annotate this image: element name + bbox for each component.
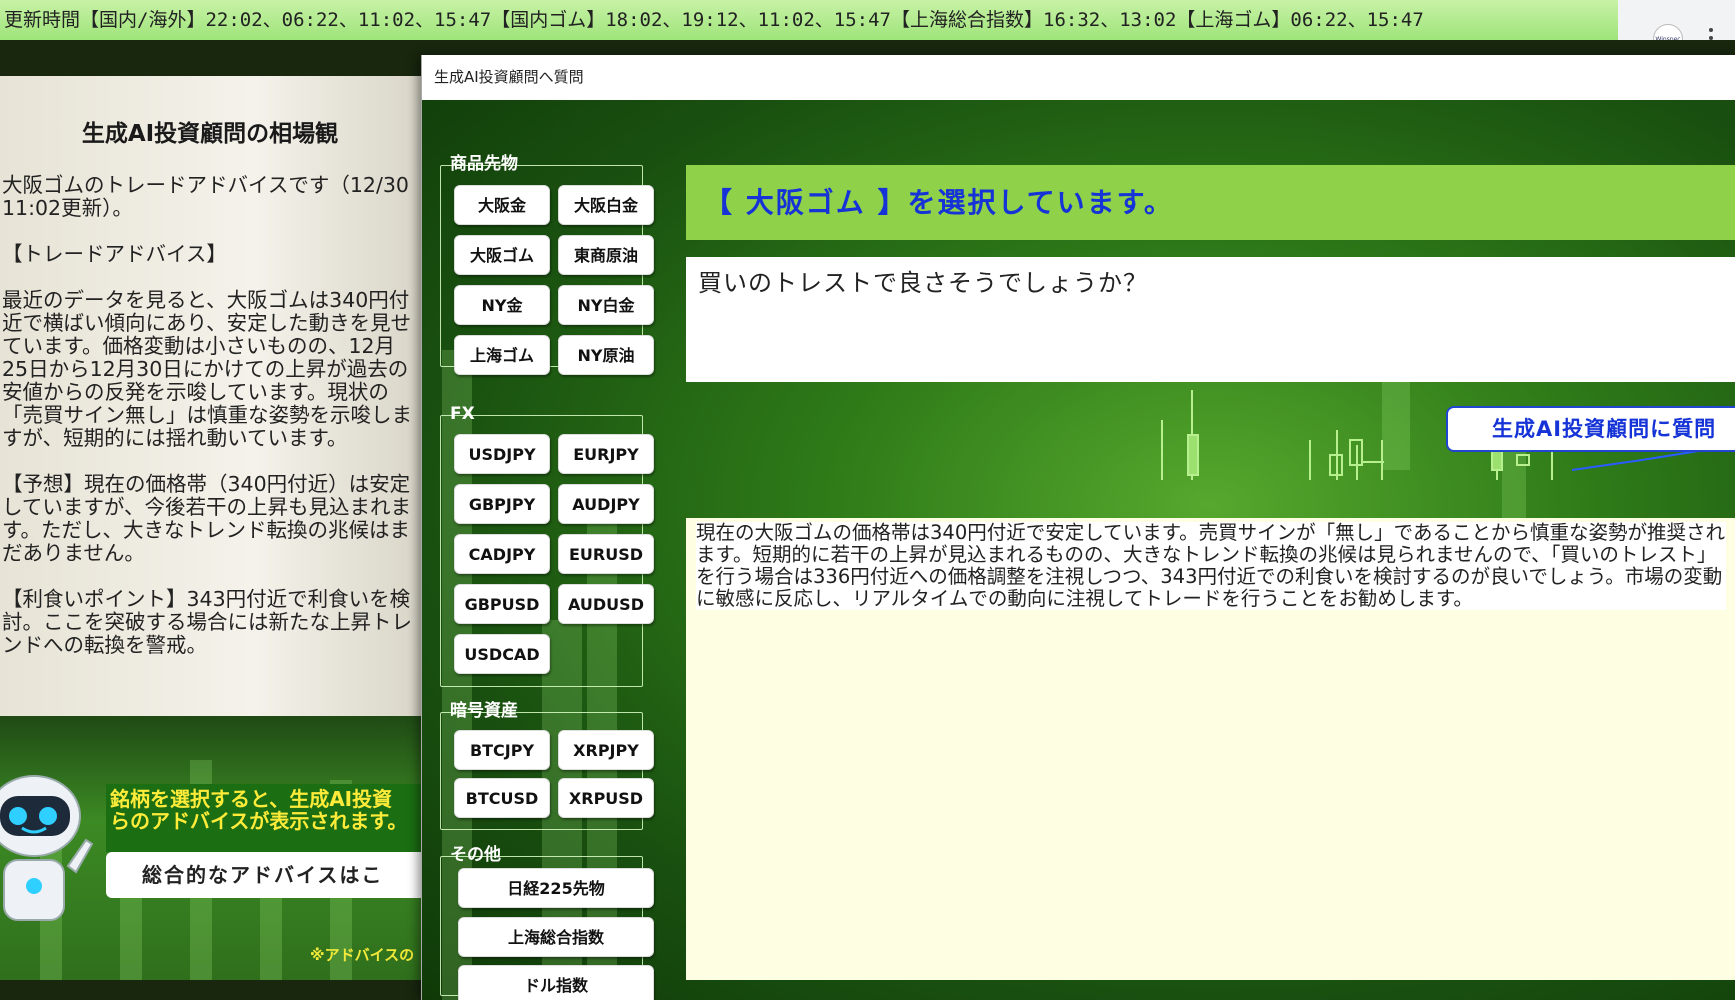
asset-button-gbpjpy[interactable]: GBPJPY xyxy=(454,484,550,524)
crypto-group: 暗号資産 BTCJPY XRPJPY BTCUSD XRPUSD xyxy=(440,701,654,830)
dialog-body: 商品先物 大阪金 大阪白金 大阪ゴム 東商原油 NY金 NY白金 上海ゴム NY… xyxy=(422,100,1735,1000)
asset-button-osaka-gold[interactable]: 大阪金 xyxy=(454,185,550,225)
asset-button-xrpusd[interactable]: XRPUSD xyxy=(558,778,654,818)
market-view-panel: 生成AI投資顧問の相場観 大阪ゴムのトレードアドバイスです（12/30 11:0… xyxy=(0,76,430,716)
fx-group: FX USDJPY EURJPY GBPJPY AUDJPY CADJPY EU… xyxy=(440,404,654,687)
ai-advisor-dialog: 生成AI投資顧問へ質問 商品先物 大阪金 大阪白金 大阪ゴム 東商原油 NY金 … xyxy=(421,55,1735,1000)
asset-button-eurusd[interactable]: EURUSD xyxy=(558,534,654,574)
asset-button-osaka-rubber[interactable]: 大阪ゴム xyxy=(454,235,550,275)
asset-button-gbpusd[interactable]: GBPUSD xyxy=(454,584,550,624)
market-view-text: 大阪ゴムのトレードアドバイスです（12/30 11:02更新）。 【トレードアド… xyxy=(2,174,414,680)
selected-asset-banner: 【 大阪ゴム 】を選択しています。 xyxy=(686,165,1735,240)
question-input[interactable]: 買いのトレストで良さそうでしょうか？ xyxy=(686,257,1735,382)
commodity-group-label: 商品先物 xyxy=(450,154,518,174)
ai-answer-panel: 現在の大阪ゴムの価格帯は340円付近で安定しています。売買サインが「無し」である… xyxy=(686,518,1735,980)
crypto-group-label: 暗号資産 xyxy=(450,701,518,721)
asset-button-shanghai-composite[interactable]: 上海総合指数 xyxy=(458,917,654,957)
advice-forecast: 【予想】現在の価格帯（340円付近）は安定していますが、今後若干の上昇も見込まれ… xyxy=(2,472,411,565)
advice-note: ※アドバイスの xyxy=(310,946,415,964)
asset-button-audjpy[interactable]: AUDJPY xyxy=(558,484,654,524)
promo-message: 銘柄を選択すると、生成AI投資 らのアドバイスが表示されます。 xyxy=(106,784,430,852)
promo-line-2: らのアドバイスが表示されます。 xyxy=(110,809,408,833)
advice-detail: 最近のデータを見ると、大阪ゴムは340円付近で横ばい傾向にあり、安定した動きを見… xyxy=(2,288,412,450)
market-view-title: 生成AI投資顧問の相場観 xyxy=(81,121,339,147)
ask-ai-advisor-button[interactable]: 生成AI投資顧問に質問 xyxy=(1446,406,1735,452)
asset-button-audusd[interactable]: AUDUSD xyxy=(558,584,654,624)
commodity-group: 商品先物 大阪金 大阪白金 大阪ゴム 東商原油 NY金 NY白金 上海ゴム NY… xyxy=(440,154,654,375)
other-group-label: その他 xyxy=(450,845,501,865)
asset-button-usdjpy[interactable]: USDJPY xyxy=(454,434,550,474)
advice-take-profit: 【利食いポイント】343円付近で利食いを検討。ここを突破する場合には新たな上昇ト… xyxy=(2,587,412,657)
promo-line-1: 銘柄を選択すると、生成AI投資 xyxy=(110,787,393,811)
dialog-title: 生成AI投資顧問へ質問 xyxy=(434,68,584,86)
advice-intro: 大阪ゴムのトレードアドバイスです（12/30 11:02更新）。 xyxy=(2,173,409,220)
asset-button-btcusd[interactable]: BTCUSD xyxy=(454,778,550,818)
other-group: その他 日経225先物 上海総合指数 ドル指数 xyxy=(440,845,654,1000)
asset-button-usdcad[interactable]: USDCAD xyxy=(454,634,550,674)
asset-button-cadjpy[interactable]: CADJPY xyxy=(454,534,550,574)
update-time-ticker: 更新時間【国内/海外】22:02、06:22、11:02、15:47【国内ゴム】… xyxy=(0,0,1618,40)
asset-button-btcjpy[interactable]: BTCJPY xyxy=(454,730,550,770)
asset-button-eurjpy[interactable]: EURJPY xyxy=(558,434,654,474)
asset-button-osaka-platinum[interactable]: 大阪白金 xyxy=(558,185,654,225)
asset-button-xrpjpy[interactable]: XRPJPY xyxy=(558,730,654,770)
asset-button-dollar-index[interactable]: ドル指数 xyxy=(458,965,654,1000)
asset-button-tocom-crude[interactable]: 東商原油 xyxy=(558,235,654,275)
robot-mascot-icon xyxy=(0,775,94,921)
advice-heading: 【トレードアドバイス】 xyxy=(2,242,227,266)
fx-group-label: FX xyxy=(450,404,475,424)
asset-button-shanghai-rubber[interactable]: 上海ゴム xyxy=(454,335,550,375)
asset-button-ny-platinum[interactable]: NY白金 xyxy=(558,285,654,325)
overall-advice-button[interactable]: 総合的なアドバイスはこ xyxy=(106,852,430,898)
asset-button-ny-gold[interactable]: NY金 xyxy=(454,285,550,325)
asset-button-nikkei225-futures[interactable]: 日経225先物 xyxy=(458,868,654,908)
ai-answer-text: 現在の大阪ゴムの価格帯は340円付近で安定しています。売買サインが「無し」である… xyxy=(696,521,1726,610)
promo-banner: 銘柄を選択すると、生成AI投資 らのアドバイスが表示されます。 総合的なアドバイ… xyxy=(0,716,430,980)
asset-button-ny-crude[interactable]: NY原油 xyxy=(558,335,654,375)
